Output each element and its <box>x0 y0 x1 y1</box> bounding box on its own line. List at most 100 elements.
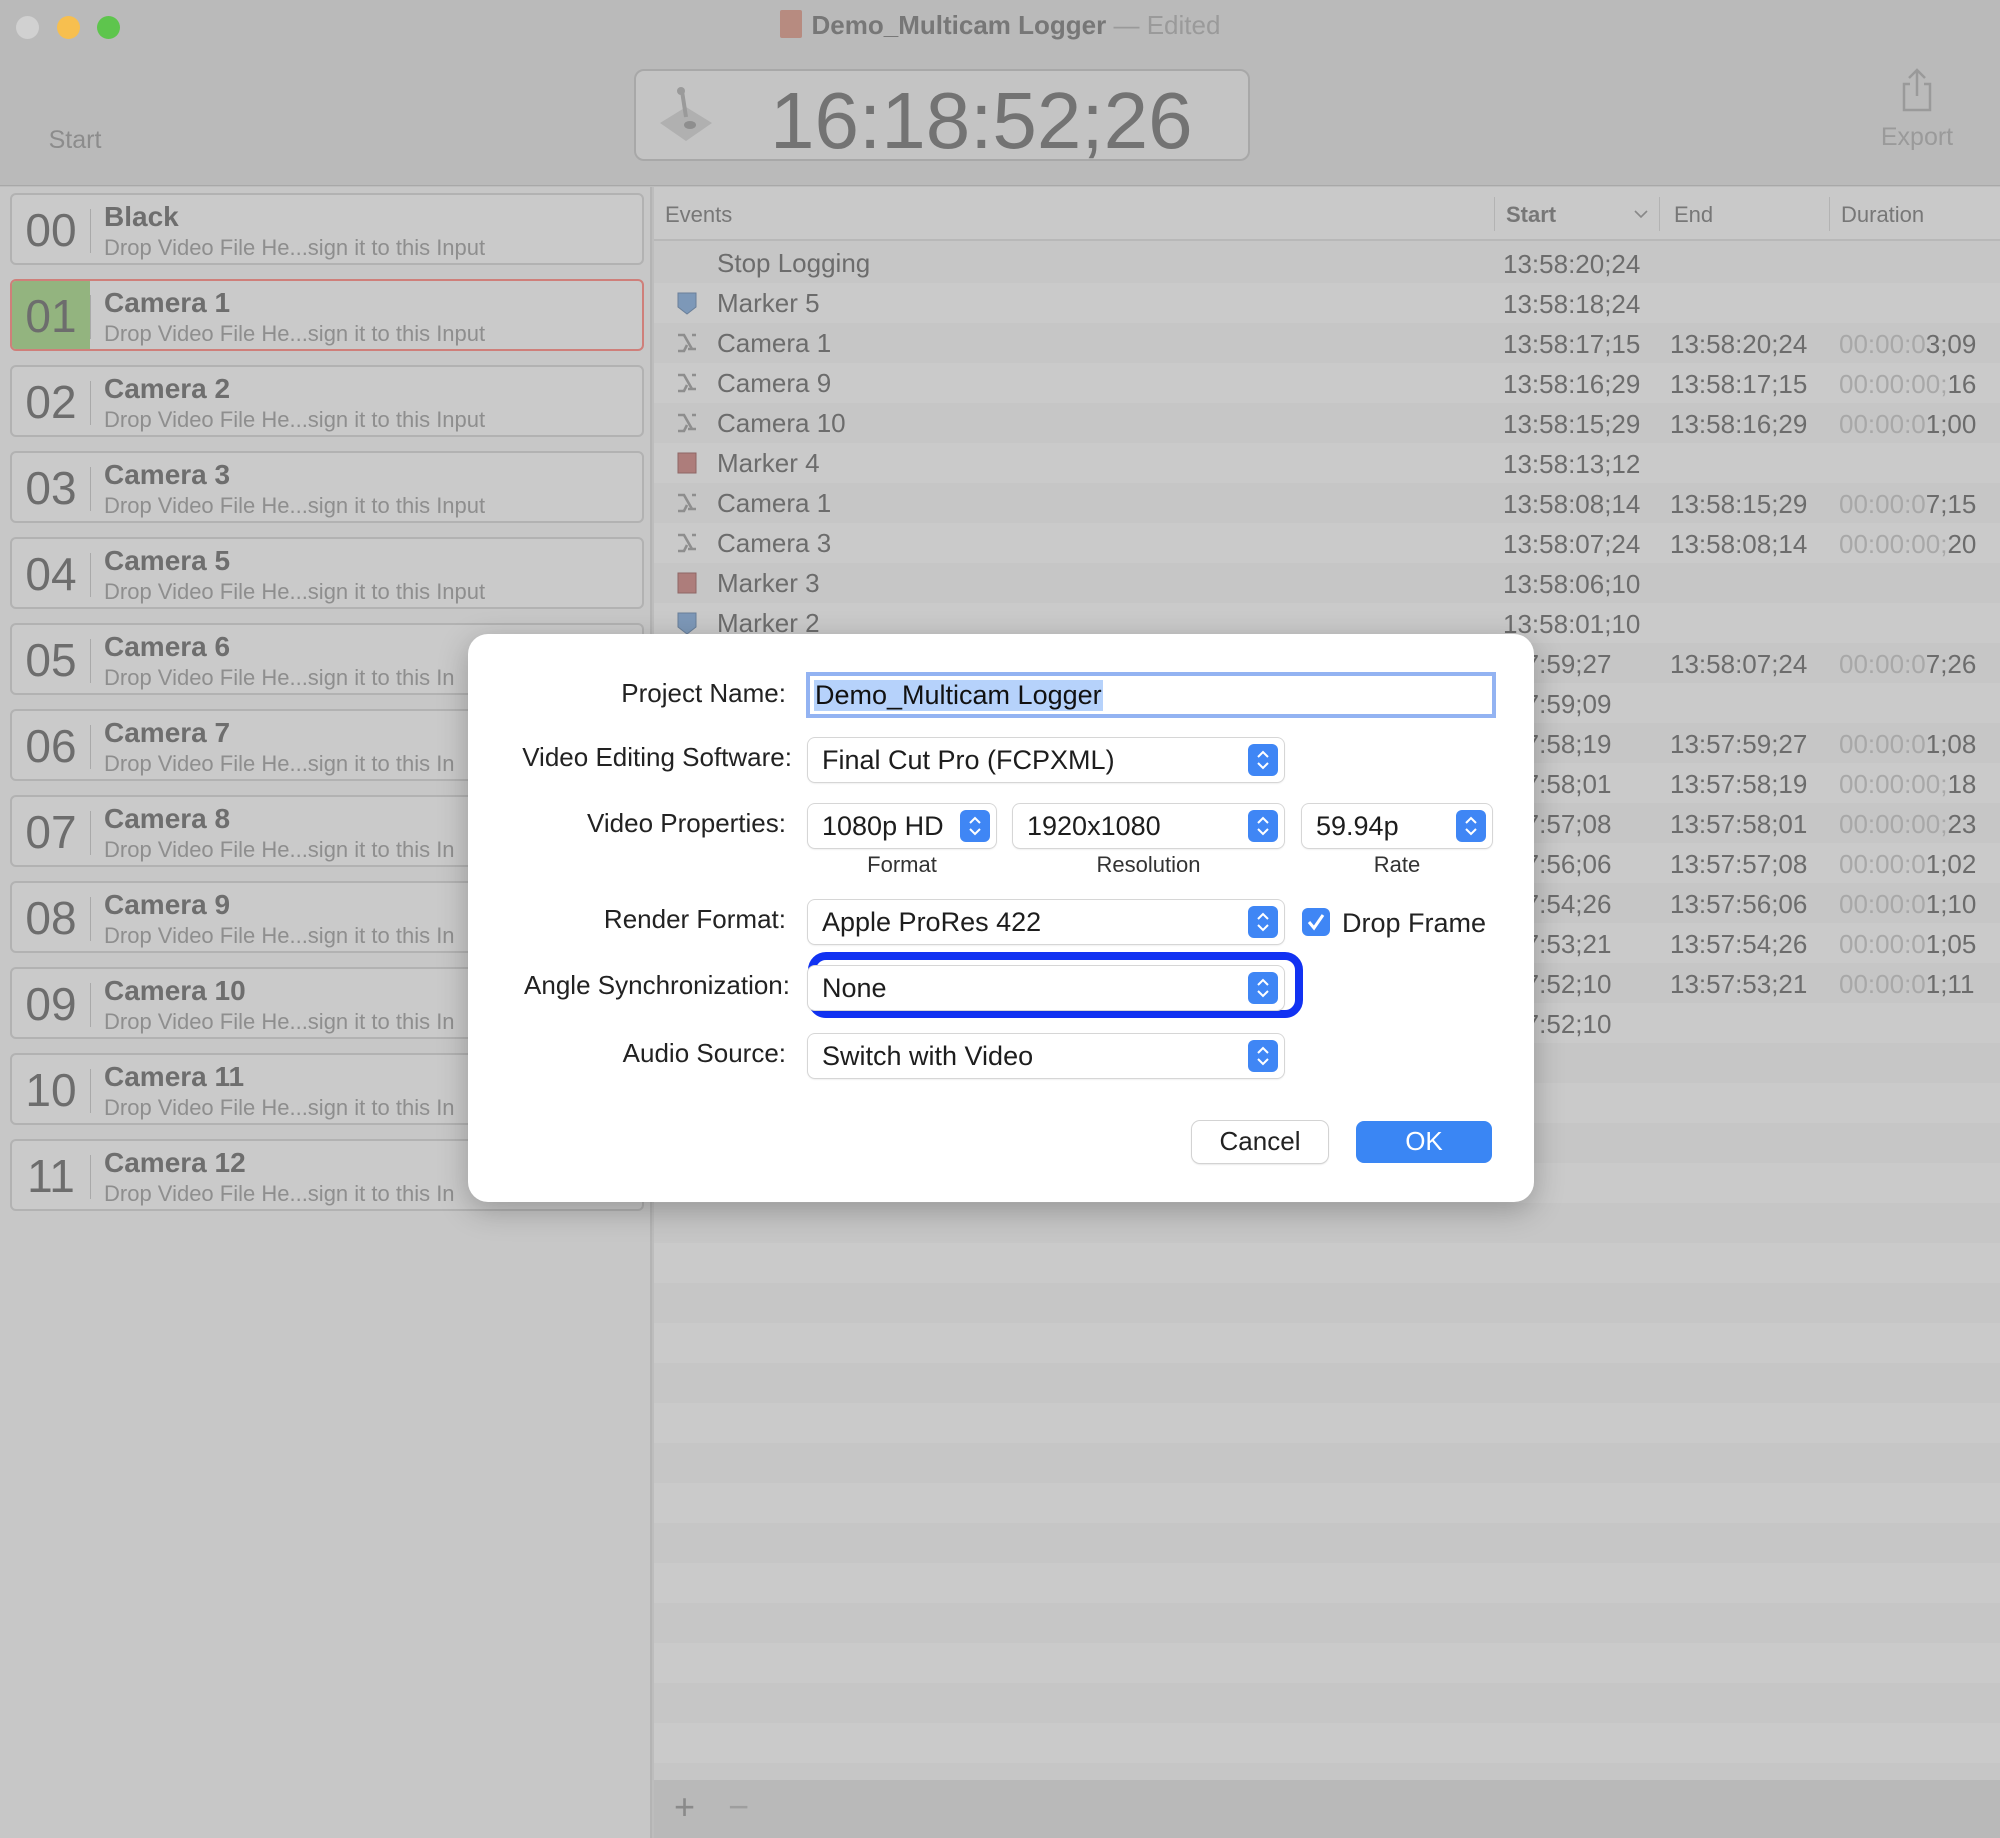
project-name-input[interactable]: Demo_Multicam Logger <box>806 672 1496 718</box>
updown-chevron-icon <box>1248 906 1278 938</box>
input-hint: Drop Video File He...sign it to this In <box>104 665 455 690</box>
table-row[interactable] <box>654 1243 2000 1283</box>
audio-source-label: Audio Source: <box>622 1038 786 1068</box>
table-row[interactable]: Camera 3 13:58:07;24 13:58:08;14 00:00:00;2… <box>654 523 2000 563</box>
switch-icon <box>678 413 696 433</box>
table-row[interactable] <box>654 1523 2000 1563</box>
table-row[interactable] <box>654 1283 2000 1323</box>
event-duration: 00:00:07;26 <box>1839 649 1976 680</box>
input-card[interactable]: 03 Camera 3 Drop Video File He...sign it t… <box>10 451 644 523</box>
event-end: 13:58:16;29 <box>1670 409 1808 439</box>
input-card[interactable]: 01 Camera 1 Drop Video File He...sign it t… <box>10 279 644 351</box>
event-duration: 00:00:07;15 <box>1839 489 1976 520</box>
software-popup[interactable]: Final Cut Pro (FCPXML) <box>808 738 1284 782</box>
duration-value: 1;08 <box>1925 729 1977 759</box>
event-duration: 00:00:01;00 <box>1839 409 1976 440</box>
resolution-popup[interactable]: 1920x1080 <box>1013 804 1284 848</box>
drop-frame-checkbox[interactable] <box>1302 908 1330 936</box>
event-name: Camera 1 <box>717 328 832 358</box>
render-format-popup[interactable]: Apple ProRes 422 <box>808 900 1284 944</box>
input-number: 02 <box>25 376 77 428</box>
input-number: 11 <box>27 1150 75 1202</box>
duration-value: 3;09 <box>1925 329 1977 359</box>
duration-prefix: 00:00:00; <box>1839 809 1948 839</box>
event-name: Camera 10 <box>717 408 846 438</box>
rate-value: 59.94p <box>1316 811 1399 841</box>
table-row[interactable]: Marker 3 13:58:06;10 <box>654 563 2000 603</box>
software-label: Video Editing Software: <box>522 742 792 772</box>
table-row[interactable] <box>654 1323 2000 1363</box>
column-start[interactable]: Start <box>1506 202 1556 228</box>
divider <box>90 1069 91 1113</box>
rate-popup[interactable]: 59.94p <box>1302 804 1492 848</box>
project-name-label: Project Name: <box>621 678 786 708</box>
input-card[interactable]: 02 Camera 2 Drop Video File He...sign it t… <box>10 365 644 437</box>
input-card[interactable]: 04 Camera 5 Drop Video File He...sign it t… <box>10 537 644 609</box>
ok-button[interactable]: OK <box>1356 1121 1492 1163</box>
input-name: Camera 12 <box>104 1147 246 1178</box>
table-row[interactable] <box>654 1203 2000 1243</box>
cancel-button[interactable]: Cancel <box>1192 1121 1328 1163</box>
divider <box>90 381 91 425</box>
duration-prefix: 00:00:00; <box>1839 529 1948 559</box>
column-events[interactable]: Events <box>665 202 732 228</box>
joystick-icon <box>660 87 712 141</box>
event-end: 13:58:15;29 <box>1670 489 1808 519</box>
table-row[interactable] <box>654 1403 2000 1443</box>
drop-frame-label[interactable]: Drop Frame <box>1342 908 1486 939</box>
input-hint: Drop Video File He...sign it to this In <box>104 1181 455 1206</box>
table-row[interactable] <box>654 1603 2000 1643</box>
angle-sync-value: None <box>822 973 887 1003</box>
audio-source-popup[interactable]: Switch with Video <box>808 1034 1284 1078</box>
marker-red-icon <box>677 452 697 474</box>
event-start: 13:58:20;24 <box>1503 249 1641 279</box>
table-row[interactable] <box>654 1563 2000 1603</box>
duration-prefix: 00:00:0 <box>1839 489 1926 519</box>
table-row[interactable]: Marker 4 13:58:13;12 <box>654 443 2000 483</box>
table-row[interactable] <box>654 1643 2000 1683</box>
title-text: Demo_Multicam Logger <box>811 10 1107 40</box>
timecode-display: 16:18:52;26 <box>634 69 1250 165</box>
format-popup[interactable]: 1080p HD <box>808 804 996 848</box>
table-row[interactable] <box>654 1363 2000 1403</box>
export-button[interactable]: Export <box>1872 68 1962 152</box>
project-name-value: Demo_Multicam Logger <box>814 680 1103 711</box>
divider <box>90 725 91 769</box>
input-number: 10 <box>25 1064 77 1116</box>
input-name: Camera 11 <box>104 1061 245 1092</box>
table-row[interactable]: Marker 5 13:58:18;24 <box>654 283 2000 323</box>
table-row[interactable]: Camera 10 13:58:15;29 13:58:16;29 00:00:01;… <box>654 403 2000 443</box>
input-hint: Drop Video File He...sign it to this Inp… <box>104 493 486 518</box>
angle-sync-popup[interactable]: None <box>808 966 1284 1010</box>
duration-prefix: 00:00:00; <box>1839 769 1948 799</box>
table-row[interactable]: Camera 9 13:58:16;29 13:58:17;15 00:00:00;1… <box>654 363 2000 403</box>
table-row[interactable] <box>654 1443 2000 1483</box>
event-end: 13:57:59;27 <box>1670 729 1808 759</box>
event-name: Camera 9 <box>717 368 832 398</box>
input-number: 07 <box>25 806 77 858</box>
table-row[interactable] <box>654 1483 2000 1523</box>
table-row[interactable]: Camera 1 13:58:17;15 13:58:20;24 00:00:03;0… <box>654 323 2000 363</box>
add-event-button[interactable]: + <box>674 1786 695 1828</box>
table-row[interactable] <box>654 1683 2000 1723</box>
table-row[interactable]: Stop Logging 13:58:20;24 <box>654 243 2000 283</box>
export-label: Export <box>1880 123 1954 151</box>
marker-blue-icon <box>677 292 697 315</box>
table-row[interactable]: Camera 1 13:58:08;14 13:58:15;29 00:00:07;1… <box>654 483 2000 523</box>
table-footer: + − <box>654 1780 2000 1838</box>
column-duration[interactable]: Duration <box>1841 202 1924 228</box>
input-card[interactable]: 00 Black Drop Video File He...sign it to t… <box>10 193 644 265</box>
start-button[interactable]: Start <box>40 72 439 438</box>
switch-icon <box>678 533 696 553</box>
event-duration: 00:00:01;10 <box>1839 889 1976 920</box>
divider <box>90 553 91 597</box>
remove-event-button[interactable]: − <box>728 1786 749 1828</box>
duration-value: 7;15 <box>1925 489 1977 519</box>
duration-value: 23 <box>1947 809 1977 839</box>
column-end[interactable]: End <box>1674 202 1713 228</box>
software-value: Final Cut Pro (FCPXML) <box>822 745 1115 775</box>
input-hint: Drop Video File He...sign it to this In <box>104 837 455 862</box>
render-format-label: Render Format: <box>603 904 786 934</box>
table-row[interactable] <box>654 1723 2000 1763</box>
event-name: Camera 1 <box>717 488 832 518</box>
